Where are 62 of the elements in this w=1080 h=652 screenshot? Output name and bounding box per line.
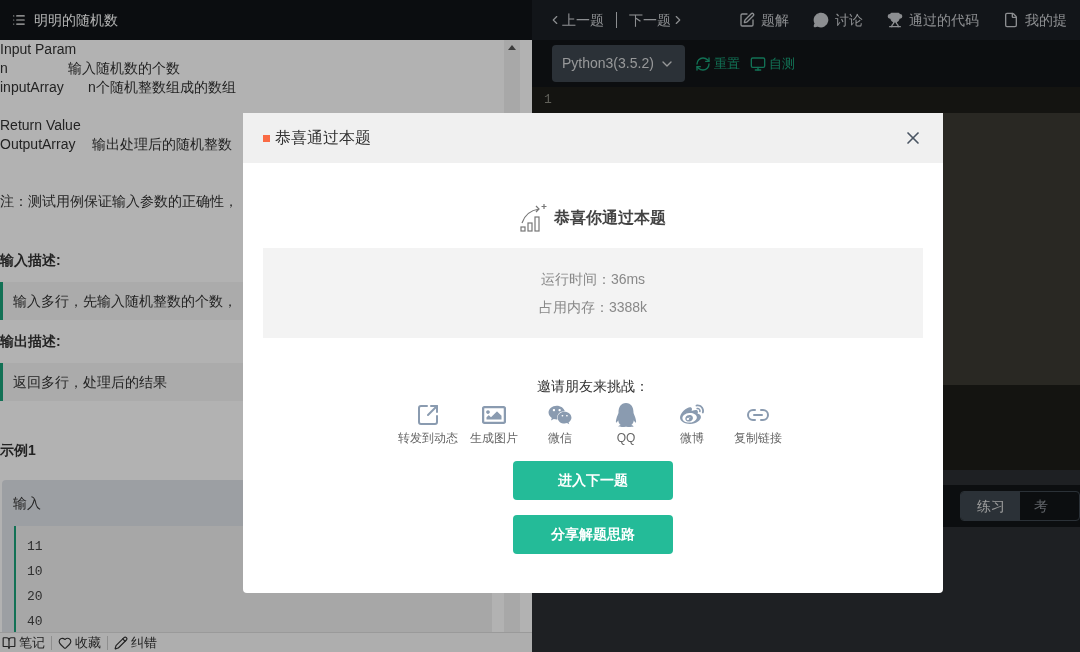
weibo-icon xyxy=(680,403,704,427)
title-marker-icon xyxy=(263,134,270,142)
trophy-icon xyxy=(887,12,903,28)
share-option[interactable]: 微博 xyxy=(663,403,721,447)
growth-chart-icon xyxy=(520,203,550,233)
section-heading: Input Param xyxy=(0,40,78,59)
nav-link[interactable]: 我的提 xyxy=(1003,9,1067,31)
param-name: OutputArray xyxy=(0,135,77,154)
code-line: 20 xyxy=(27,588,44,606)
toolbar-action[interactable]: 重置 xyxy=(695,53,740,74)
nav-link[interactable]: 题解 xyxy=(739,9,789,31)
monitor-icon xyxy=(750,55,766,72)
console-tab[interactable]: 练习 xyxy=(961,492,1020,520)
invite-label: 邀请朋友来挑战： xyxy=(536,377,650,396)
share-option[interactable]: 复制链接 xyxy=(729,403,787,447)
stat-text: 运行时间：36ms xyxy=(540,269,646,289)
speech-bubble-icon xyxy=(813,12,829,28)
document-icon xyxy=(1003,12,1019,28)
param-description: 输入随机数的个数 xyxy=(68,59,180,78)
wechat-icon xyxy=(548,403,572,427)
list-icon[interactable] xyxy=(12,13,26,27)
dialog-title: 恭喜通过本题 xyxy=(275,128,371,148)
book-icon xyxy=(2,635,16,650)
nav-link[interactable]: 通过的代码 xyxy=(887,9,979,31)
share-out-icon xyxy=(416,403,440,427)
share-option[interactable]: 转发到动态 xyxy=(399,403,457,447)
footer-action[interactable]: 收藏 xyxy=(56,632,103,652)
image-icon xyxy=(482,403,506,427)
param-description: 输出处理后的随机整数 xyxy=(92,135,232,154)
footer-action[interactable]: 笔记 xyxy=(0,632,47,652)
param-name: inputArray xyxy=(0,78,65,97)
problem-title: 明明的随机数 xyxy=(34,10,118,30)
language-select[interactable]: Python3(3.5.2) xyxy=(552,45,685,82)
console-tab[interactable]: 考 xyxy=(1020,492,1079,520)
nav-link[interactable]: 讨论 xyxy=(813,9,863,31)
example-label: 输入 xyxy=(12,493,42,513)
section-heading: 输入描述: xyxy=(0,251,62,270)
example-title: 示例1 xyxy=(0,441,36,460)
share-option[interactable]: 微信 xyxy=(531,403,589,447)
note-text: 注：测试用例保证输入参数的正确性， xyxy=(0,192,239,211)
share-option[interactable]: 生成图片 xyxy=(465,403,523,447)
prev-problem-link[interactable]: 上一题 xyxy=(548,9,604,31)
code-line: 10 xyxy=(27,563,44,581)
edit-icon xyxy=(739,12,755,28)
toolbar-action[interactable]: 自测 xyxy=(750,53,795,74)
code-line: 40 xyxy=(27,613,44,631)
param-name: n xyxy=(0,59,9,78)
next-problem-link[interactable]: 下一题 xyxy=(629,9,685,31)
success-headline: 恭喜你通过本题 xyxy=(554,208,666,228)
scroll-up-icon[interactable] xyxy=(508,45,516,50)
heart-icon xyxy=(58,635,72,650)
qq-icon xyxy=(614,403,638,427)
reset-icon xyxy=(695,55,711,72)
stat-text: 占用内存：3388k xyxy=(538,297,648,317)
section-heading: 输出描述: xyxy=(0,332,62,351)
param-description: n个随机整数组成的数组 xyxy=(88,78,236,97)
code-line: 11 xyxy=(27,538,44,556)
section-heading: Return Value xyxy=(0,116,82,135)
footer-action[interactable]: 纠错 xyxy=(112,632,159,652)
share-option[interactable]: QQ xyxy=(597,403,655,447)
pencil-icon xyxy=(114,635,128,650)
line-number: 1 xyxy=(544,91,552,110)
